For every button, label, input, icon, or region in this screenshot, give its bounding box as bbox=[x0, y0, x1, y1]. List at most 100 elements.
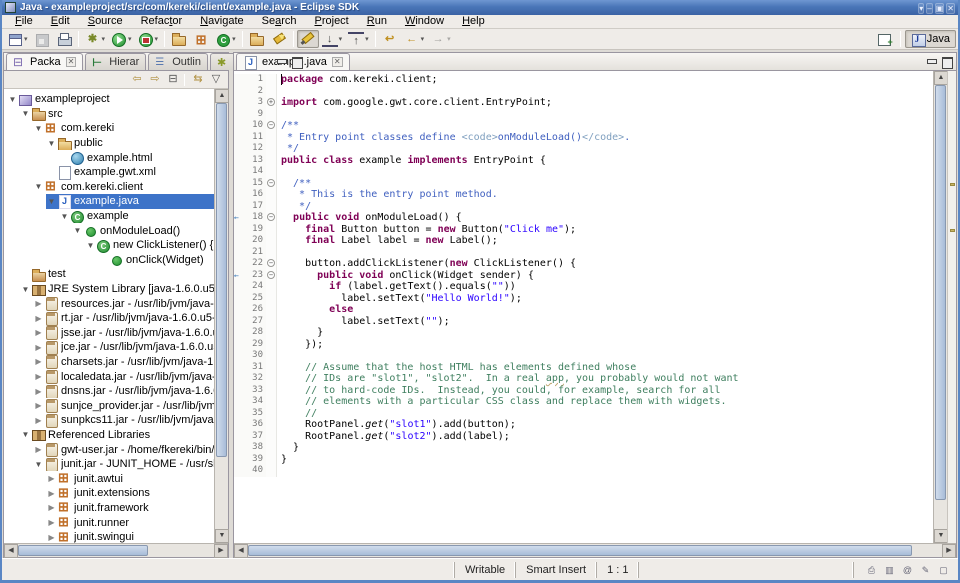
new-java-package-button[interactable] bbox=[190, 30, 212, 48]
code-line[interactable]: 32 // IDs are "slot1", "slot2". In a rea… bbox=[234, 373, 933, 385]
code-text[interactable]: }); bbox=[277, 339, 323, 351]
tree-row[interactable]: ▶resources.jar - /usr/lib/jvm/java-1.6.0… bbox=[4, 296, 214, 311]
menu-file[interactable]: File bbox=[6, 15, 42, 28]
close-tab-icon[interactable]: ✕ bbox=[332, 57, 343, 67]
scrollbar-thumb[interactable] bbox=[935, 85, 946, 500]
new-java-project-button[interactable] bbox=[168, 30, 190, 48]
menu-window[interactable]: Window bbox=[396, 15, 453, 28]
tree-row[interactable]: onClick(Widget) bbox=[4, 253, 214, 268]
expander-icon[interactable]: ▶ bbox=[33, 401, 44, 410]
collapse-fold-icon[interactable]: − bbox=[267, 213, 275, 221]
expander-icon[interactable]: ▼ bbox=[33, 460, 44, 469]
scrollbar-track[interactable] bbox=[912, 544, 942, 557]
tree-row[interactable]: ▼new ClickListener() {...} bbox=[4, 238, 214, 253]
scrollbar-thumb[interactable] bbox=[18, 545, 148, 556]
menu-help[interactable]: Help bbox=[453, 15, 494, 28]
code-text[interactable]: public void onModuleLoad() { bbox=[277, 212, 462, 224]
code-text[interactable]: // bbox=[277, 408, 317, 420]
next-annotation-button[interactable]: ↓▾ bbox=[319, 30, 346, 48]
fold-ruler[interactable]: − bbox=[266, 258, 277, 270]
tree-row[interactable]: ▶gwt-user.jar - /home/fkereki/bin/gwt bbox=[4, 442, 214, 457]
minimize-view-button[interactable] bbox=[276, 57, 288, 67]
code-text[interactable]: else bbox=[277, 304, 353, 316]
code-editor[interactable]: 1package com.kereki.client;23+import com… bbox=[234, 71, 933, 543]
expander-icon[interactable]: ▶ bbox=[33, 357, 44, 366]
overview-ruler[interactable] bbox=[947, 71, 956, 543]
code-line[interactable]: 9 bbox=[234, 109, 933, 121]
code-line[interactable]: 16 * This is the entry point method. bbox=[234, 189, 933, 201]
tree-vertical-scrollbar[interactable]: ▲ ▼ bbox=[214, 89, 228, 543]
minimize-editor-button[interactable] bbox=[926, 57, 938, 67]
search-button[interactable] bbox=[268, 30, 290, 48]
code-line[interactable]: 15− /** bbox=[234, 178, 933, 190]
code-text[interactable]: // IDs are "slot1", "slot2". In a real a… bbox=[277, 373, 739, 385]
code-text[interactable]: * This is the entry point method. bbox=[277, 189, 498, 201]
code-line[interactable]: 1package com.kereki.client; bbox=[234, 74, 933, 86]
expander-icon[interactable]: ▶ bbox=[33, 445, 44, 454]
expander-icon[interactable]: ▶ bbox=[33, 343, 44, 352]
new-wizard-button[interactable]: ▾ bbox=[4, 30, 31, 48]
menu-navigate[interactable]: Navigate bbox=[191, 15, 252, 28]
code-text[interactable]: */ bbox=[277, 201, 311, 213]
code-line[interactable]: 14 bbox=[234, 166, 933, 178]
expander-icon[interactable]: ▶ bbox=[46, 474, 57, 483]
scroll-down-button[interactable]: ▼ bbox=[934, 529, 948, 543]
scroll-left-button[interactable]: ◀ bbox=[4, 544, 18, 558]
tree-row[interactable]: example.gwt.xml bbox=[4, 165, 214, 180]
expander-icon[interactable]: ▼ bbox=[85, 241, 96, 250]
code-line[interactable]: 3+import com.google.gwt.core.client.Entr… bbox=[234, 97, 933, 109]
tree-row[interactable]: example.html bbox=[4, 150, 214, 165]
view-menu-button[interactable]: ▽ bbox=[208, 72, 224, 87]
title-bar[interactable]: Java - exampleproject/src/com/kereki/cli… bbox=[2, 0, 958, 15]
code-line[interactable]: 10−/** bbox=[234, 120, 933, 132]
progress-icon[interactable]: ▥ bbox=[883, 564, 896, 576]
code-line[interactable]: 40 bbox=[234, 465, 933, 477]
code-line[interactable]: 19 final Button button = new Button("Cli… bbox=[234, 224, 933, 236]
debug-button[interactable]: ▾ bbox=[82, 30, 109, 48]
code-line[interactable]: 28 } bbox=[234, 327, 933, 339]
scroll-right-button[interactable]: ▶ bbox=[942, 544, 956, 558]
code-text[interactable]: /** bbox=[277, 120, 299, 132]
dropdown-arrow-icon[interactable]: ▾ bbox=[421, 35, 425, 43]
editor-vertical-scrollbar[interactable]: ▲ ▼ bbox=[933, 71, 947, 543]
code-line[interactable]: 22− button.addClickListener(new ClickLis… bbox=[234, 258, 933, 270]
code-text[interactable]: */ bbox=[277, 143, 299, 155]
tree-row[interactable]: ▼example bbox=[4, 209, 214, 224]
code-line[interactable]: 38 } bbox=[234, 442, 933, 454]
code-line[interactable]: 13public class example implements EntryP… bbox=[234, 155, 933, 167]
code-line[interactable]: 30 bbox=[234, 350, 933, 362]
code-line[interactable]: ←23− public void onClick(Widget sender) … bbox=[234, 270, 933, 282]
expander-icon[interactable]: ▼ bbox=[20, 109, 31, 118]
tree-row[interactable]: ▶sunjce_provider.jar - /usr/lib/jvm/java… bbox=[4, 398, 214, 413]
code-text[interactable]: label.setText(""); bbox=[277, 316, 450, 328]
collapse-fold-icon[interactable]: − bbox=[267, 179, 275, 187]
tree-row[interactable]: ▶junit.extensions bbox=[4, 486, 214, 501]
code-text[interactable] bbox=[277, 86, 281, 98]
expander-icon[interactable]: ▼ bbox=[33, 182, 44, 191]
code-line[interactable]: 33 // to hard-code IDs. Instead, you cou… bbox=[234, 385, 933, 397]
tree-row[interactable]: ▼Referenced Libraries bbox=[4, 428, 214, 443]
expander-icon[interactable]: ▶ bbox=[46, 489, 57, 498]
scroll-up-button[interactable]: ▲ bbox=[215, 89, 229, 103]
collapse-fold-icon[interactable]: − bbox=[267, 271, 275, 279]
tree-row[interactable]: ▶junit.swingui bbox=[4, 530, 214, 543]
dropdown-arrow-icon[interactable]: ▾ bbox=[128, 35, 132, 43]
code-line[interactable]: 2 bbox=[234, 86, 933, 98]
code-line[interactable]: 27 label.setText(""); bbox=[234, 316, 933, 328]
code-text[interactable]: public class example implements EntryPoi… bbox=[277, 155, 546, 167]
mark-occurrences-button[interactable] bbox=[297, 30, 319, 48]
fold-ruler[interactable]: − bbox=[266, 270, 277, 282]
close-tab-icon[interactable]: ✕ bbox=[66, 57, 77, 67]
tree-row[interactable]: ▶dnsns.jar - /usr/lib/jvm/java-1.6.0.u5-… bbox=[4, 384, 214, 399]
code-text[interactable]: * Entry point classes define <code>onMod… bbox=[277, 132, 630, 144]
annotation-mark[interactable] bbox=[950, 183, 955, 186]
forward-button[interactable]: ⇨ bbox=[147, 72, 163, 87]
code-text[interactable] bbox=[277, 350, 281, 362]
expander-icon[interactable]: ▼ bbox=[7, 95, 18, 104]
external-tools-button[interactable]: ▾ bbox=[135, 30, 162, 48]
code-line[interactable]: 26 else bbox=[234, 304, 933, 316]
scrollbar-thumb[interactable] bbox=[216, 103, 227, 457]
previous-annotation-button[interactable]: ↑▾ bbox=[345, 30, 372, 48]
menu-project[interactable]: Project bbox=[306, 15, 358, 28]
dropdown-arrow-icon[interactable]: ▾ bbox=[102, 35, 106, 43]
